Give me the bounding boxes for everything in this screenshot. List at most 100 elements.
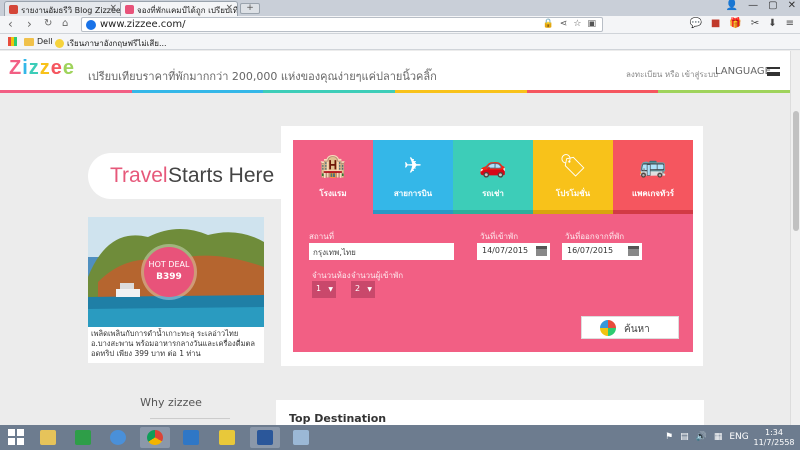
extension-icon[interactable]: ▣ xyxy=(587,19,596,29)
category-tour-package[interactable]: 🚌 แพคเกจทัวร์ xyxy=(613,140,693,214)
bookmark-label: Dell xyxy=(37,37,53,46)
booking-panel: 🏨 โรงแรม ✈ สายการบิน 🚗 รถเช่า 🏷 โปรโมชั่… xyxy=(293,140,693,352)
windows-taskbar: ⚑ ▤ 🔊 ▦ ENG 1:34 11/7/2558 xyxy=(0,425,800,450)
gift-icon[interactable]: 🎁 xyxy=(729,18,741,29)
hero-word-1: Travel xyxy=(110,164,168,187)
hamburger-menu-icon[interactable] xyxy=(767,67,780,76)
download-icon[interactable]: ⬇ xyxy=(768,18,776,29)
page-info-icon[interactable] xyxy=(86,20,96,30)
taskbar-paint[interactable] xyxy=(286,427,316,448)
taskbar-app-yellow[interactable] xyxy=(212,427,242,448)
taskbar-clock[interactable]: 1:34 11/7/2558 xyxy=(752,428,796,448)
close-icon[interactable]: × xyxy=(225,3,233,13)
share-icon[interactable]: ⋖ xyxy=(560,19,568,29)
taskbar-word[interactable] xyxy=(250,427,280,448)
home-icon[interactable]: ⌂ xyxy=(62,18,68,29)
tray-network-icon[interactable]: ▤ xyxy=(680,432,689,442)
address-bar[interactable]: www.zizzee.com/ 🔒 ⋖ ☆ ▣ xyxy=(81,17,603,32)
scissors-icon[interactable]: ✂ xyxy=(751,18,759,29)
checkin-date-field[interactable]: 14/07/2015 xyxy=(477,243,550,260)
checkout-date-field[interactable]: 16/07/2015 xyxy=(562,243,642,260)
bookmark-english[interactable]: เรียนภาษาอังกฤษฟรีไม่เสีย... xyxy=(55,37,167,50)
app-icon xyxy=(219,430,235,445)
clock-date: 11/7/2558 xyxy=(753,438,795,447)
profile-icon[interactable]: 👤 xyxy=(726,0,738,11)
taskbar-explorer[interactable] xyxy=(33,427,63,448)
cloud-icon xyxy=(183,430,199,445)
dropdown-arrow-icon: ▼ xyxy=(367,286,372,293)
folder-icon xyxy=(24,37,34,46)
category-hotel[interactable]: 🏨 โรงแรม xyxy=(293,140,373,214)
back-icon[interactable]: ‹ xyxy=(8,17,13,31)
why-zizzee-heading: Why zizzee xyxy=(140,396,202,409)
tray-flag-icon[interactable]: ⚑ xyxy=(665,432,673,442)
category-label: โรงแรม xyxy=(319,189,347,198)
rooms-select[interactable]: 1 ▼ xyxy=(312,281,336,298)
url-text: www.zizzee.com/ xyxy=(100,19,186,30)
plane-icon: ✈ xyxy=(403,154,423,179)
zizzee-flower-icon xyxy=(600,320,616,336)
login-links[interactable]: ลงทะเบียน หรือ เข้าสู่ระบบ xyxy=(626,68,718,81)
hot-deal-card[interactable]: HOT DEAL B399 เพลิดเพลินกับการดำน้ำเกาะท… xyxy=(88,217,264,363)
taskbar-app[interactable] xyxy=(103,427,133,448)
calendar-icon[interactable] xyxy=(628,246,639,256)
hot-deal-badge: HOT DEAL B399 xyxy=(144,247,194,297)
extension-icons: 💬 ■ 🎁 ✂ ⬇ ≡ xyxy=(689,18,794,29)
taskbar-onedrive[interactable] xyxy=(176,427,206,448)
notification-icon[interactable]: ■ xyxy=(711,18,720,29)
search-button[interactable]: ค้นหา xyxy=(581,316,679,339)
forward-icon[interactable]: › xyxy=(27,17,32,31)
rooms-value: 1 xyxy=(316,284,322,293)
app-icon xyxy=(110,430,126,445)
tab-blog[interactable]: รายงานอัมธรีวิ Blog Zizzee Bo × xyxy=(4,1,122,16)
taskbar-store[interactable] xyxy=(68,427,98,448)
category-label: รถเช่า xyxy=(482,189,504,198)
language-selector[interactable]: LANGUAGE xyxy=(715,66,771,77)
apps-icon[interactable] xyxy=(8,37,17,46)
close-icon[interactable]: × xyxy=(109,3,117,13)
tab-zizzee[interactable]: จองที่พักแคมป์ได้ถูก เปรียบเทียบรา × xyxy=(120,1,238,16)
top-destination-heading: Top Destination xyxy=(289,412,387,425)
category-label: โปรโมชั่น xyxy=(555,189,591,198)
gmail-icon xyxy=(9,5,18,14)
input-language[interactable]: ENG xyxy=(729,432,748,442)
scrollbar-thumb[interactable] xyxy=(793,111,799,231)
star-icon[interactable]: ☆ xyxy=(573,19,581,29)
car-icon: 🚗 xyxy=(479,154,507,179)
site-tagline: เปรียบเทียบราคาที่พักมากกว่า 200,000 แห่… xyxy=(88,70,437,83)
calendar-icon[interactable] xyxy=(536,246,547,256)
reload-icon[interactable]: ↻ xyxy=(44,18,52,29)
windows-start-icon[interactable] xyxy=(8,429,24,445)
tray-keyboard-icon[interactable]: ▦ xyxy=(714,432,723,442)
store-icon xyxy=(75,430,91,445)
new-tab-button[interactable]: + xyxy=(240,3,260,14)
zizzee-logo[interactable]: Zizzee xyxy=(9,57,75,80)
tab-label: จองที่พักแคมป์ได้ถูก เปรียบเทียบรา xyxy=(137,6,238,15)
maximize-icon[interactable]: ▢ xyxy=(768,0,777,11)
tray-volume-icon[interactable]: 🔊 xyxy=(696,432,707,442)
clock-time: 1:34 xyxy=(765,428,783,437)
zizzee-favicon-icon xyxy=(125,5,134,14)
lock-icon[interactable]: 🔒 xyxy=(543,19,554,29)
page-scrollbar[interactable] xyxy=(790,51,800,425)
omnibox-icons: 🔒 ⋖ ☆ ▣ xyxy=(543,19,596,29)
category-flight[interactable]: ✈ สายการบิน xyxy=(373,140,453,214)
place-input[interactable]: กรุงเทพ,ไทย xyxy=(309,243,454,260)
bookmarks-bar: Dell เรียนภาษาอังกฤษฟรีไม่เสีย... xyxy=(0,34,800,50)
chat-icon[interactable]: 💬 xyxy=(689,18,701,29)
category-label: สายการบิน xyxy=(393,189,433,198)
guests-select[interactable]: 2 ▼ xyxy=(351,281,375,298)
close-window-icon[interactable]: ✕ xyxy=(788,0,796,11)
badge-price: B399 xyxy=(156,272,182,282)
checkout-label: วันที่ออกจากที่พัก xyxy=(565,232,625,241)
minimize-icon[interactable]: — xyxy=(748,0,758,11)
word-icon xyxy=(257,430,273,445)
taskbar-chrome[interactable] xyxy=(140,427,170,448)
category-car-rental[interactable]: 🚗 รถเช่า xyxy=(453,140,533,214)
menu-icon[interactable]: ≡ xyxy=(786,18,794,29)
bookmark-dell[interactable]: Dell xyxy=(24,37,53,46)
category-promotion[interactable]: 🏷 โปรโมชั่น xyxy=(533,140,613,214)
paint-icon xyxy=(293,430,309,445)
tab-strip: รายงานอัมธรีวิ Blog Zizzee Bo × จองที่พั… xyxy=(0,0,800,16)
tag-icon: 🏷 xyxy=(559,154,587,179)
